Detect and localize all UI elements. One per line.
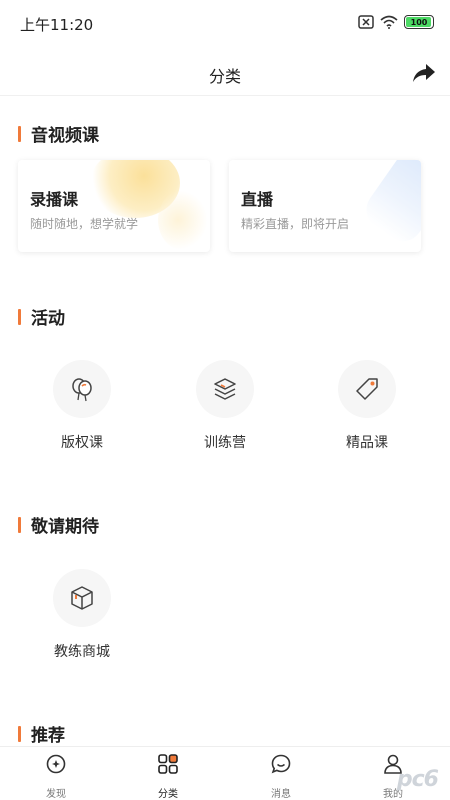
tab-label: 发现 <box>46 789 66 800</box>
share-icon[interactable] <box>412 62 436 84</box>
section-accent-bar <box>18 516 21 533</box>
premium-course-item[interactable]: 精品课 <box>317 360 417 452</box>
balloon-icon <box>72 378 92 402</box>
live-course-card[interactable]: 直播 精彩直播，即将开启 <box>229 160 421 252</box>
section-recommend-title: 推荐 <box>31 726 65 746</box>
item-label: 版权课 <box>61 435 103 451</box>
card-title: 录播课 <box>30 190 79 209</box>
recorded-course-card[interactable]: 录播课 随时随地，想学就学 <box>18 160 210 252</box>
section-accent-bar <box>18 308 21 325</box>
icon-circle <box>53 569 111 627</box>
icon-circle <box>338 360 396 418</box>
card-title: 直播 <box>241 190 274 209</box>
icon-circle <box>53 360 111 418</box>
watermark-logo: pc6 <box>396 767 439 792</box>
card-decoration <box>158 190 208 250</box>
status-time: 上午11:20 <box>20 16 94 34</box>
battery-level: 100 <box>410 17 428 27</box>
tab-label: 分类 <box>158 789 178 800</box>
section-coming-soon-title: 敬请期待 <box>31 517 99 537</box>
category-icon <box>158 754 178 774</box>
tab-message[interactable]: 消息 <box>251 753 311 800</box>
card-decoration <box>358 160 421 250</box>
section-activity: 活动 <box>18 304 65 329</box>
layers-icon <box>214 378 236 400</box>
section-coming-soon: 敬请期待 <box>18 512 99 537</box>
section-accent-bar <box>18 725 21 742</box>
box-icon <box>71 586 93 610</box>
tab-discover[interactable]: 发现 <box>26 753 86 800</box>
section-media-title: 音视频课 <box>31 126 99 146</box>
icon-circle <box>196 360 254 418</box>
item-label: 精品课 <box>346 435 388 451</box>
section-media: 音视频课 <box>18 121 99 146</box>
battery-indicator: 100 <box>404 15 434 29</box>
discover-icon <box>46 754 66 774</box>
card-subtitle: 随时随地，想学就学 <box>30 217 139 231</box>
tab-label: 消息 <box>271 789 291 800</box>
tab-category[interactable]: 分类 <box>138 753 198 800</box>
card-subtitle: 精彩直播，即将开启 <box>241 217 350 231</box>
nav-bar: 分类 <box>0 50 450 96</box>
coach-mall-item[interactable]: 教练商城 <box>32 569 132 661</box>
wifi-icon <box>380 15 398 29</box>
item-label: 教练商城 <box>54 644 110 660</box>
bottom-tab-bar: 发现 分类 消息 我的 <box>0 746 450 800</box>
item-label: 训练营 <box>204 435 246 451</box>
message-icon <box>271 754 291 774</box>
status-icons: 100 <box>358 15 434 29</box>
status-bar: 上午11:20 100 <box>0 0 450 48</box>
section-accent-bar <box>18 125 21 142</box>
tag-icon <box>356 378 378 400</box>
training-camp-item[interactable]: 训练营 <box>175 360 275 452</box>
page-title: 分类 <box>208 67 241 86</box>
sim-icon <box>358 15 374 29</box>
section-activity-title: 活动 <box>31 309 65 329</box>
copyright-course-item[interactable]: 版权课 <box>32 360 132 452</box>
section-recommend: 推荐 <box>18 721 65 746</box>
